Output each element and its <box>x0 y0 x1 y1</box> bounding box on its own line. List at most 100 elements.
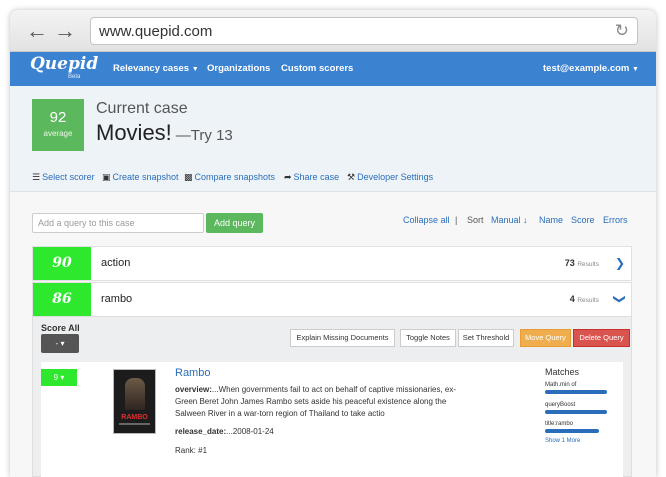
match-bar <box>545 429 599 433</box>
current-case-label: Current case <box>96 100 188 117</box>
address-bar[interactable]: www.quepid.com ↻ <box>90 17 638 45</box>
chevron-right-icon[interactable]: ❯ <box>615 256 625 270</box>
share-icon: ➦ <box>284 172 292 182</box>
query-results: 73 Results <box>565 258 599 268</box>
collapse-all-link[interactable]: Collapse all <box>403 215 450 225</box>
share-case-link[interactable]: ➦ Share case <box>284 172 339 183</box>
doc-release-date: release_date:...2008-01-24 <box>175 426 274 438</box>
share-case-label: Share case <box>293 172 340 182</box>
developer-settings-link[interactable]: ⚒ Developer Settings <box>347 172 433 183</box>
sort-label: Sort <box>467 215 484 225</box>
explain-missing-documents-button[interactable]: Explain Missing Documents <box>290 329 395 347</box>
nav-organizations[interactable]: Organizations <box>207 63 270 74</box>
release-value: ...2008-01-24 <box>226 427 274 436</box>
arrow-right-icon[interactable]: → <box>54 20 76 42</box>
show-more-link[interactable]: Show 1 More <box>545 438 580 444</box>
queries-area: Add a query to this case Add query Colla… <box>10 192 656 477</box>
case-title: Movies! —Try 13 <box>96 120 233 146</box>
compare-snapshots-label: Compare snapshots <box>194 172 276 182</box>
query-name[interactable]: rambo <box>101 293 132 305</box>
arrow-left-icon[interactable]: ← <box>26 20 48 42</box>
sort-divider: | <box>455 215 458 225</box>
matches-title: Matches <box>545 367 580 377</box>
chevron-down-icon: ▼ <box>632 66 639 73</box>
nav-custom-scorers[interactable]: Custom scorers <box>281 63 353 74</box>
match-label: title:rambo <box>545 421 574 427</box>
wrench-icon: ⚒ <box>347 172 356 182</box>
results-count: 4 <box>569 294 575 304</box>
add-query-input[interactable]: Add a query to this case <box>32 213 204 233</box>
nav-relevancy-cases-label: Relevancy cases <box>113 63 190 74</box>
poster-figure <box>125 378 145 410</box>
case-score: 92 <box>49 109 67 126</box>
sort-name[interactable]: Name <box>539 215 563 225</box>
results-label: Results <box>577 261 599 268</box>
user-email: test@example.com <box>543 63 630 74</box>
overview-line-3: Salween River in a war-torn region of Th… <box>175 409 385 418</box>
create-snapshot-label: Create snapshot <box>112 172 179 182</box>
case-name[interactable]: Movies! <box>96 120 172 145</box>
expanded-query-panel: Score All - ▾ Explain Missing Documents … <box>32 316 632 477</box>
overview-line-2: Green Beret John James Rambo sets aside … <box>175 397 447 406</box>
case-try: —Try 13 <box>175 127 233 144</box>
select-scorer-link[interactable]: ☰ Select scorer <box>32 172 95 183</box>
sort-errors[interactable]: Errors <box>603 215 628 225</box>
results-label: Results <box>577 297 599 304</box>
beta-badge: Beta <box>68 74 81 80</box>
doc-rank: Rank: #1 <box>175 446 208 455</box>
chevron-down-icon: ▼ <box>191 66 199 73</box>
set-threshold-button[interactable]: Set Threshold <box>458 329 514 347</box>
sort-manual-label: Manual <box>491 215 521 225</box>
score-all-label: Score All <box>41 323 80 333</box>
query-name[interactable]: action <box>101 257 130 269</box>
bar-chart-icon: ▩ <box>184 172 193 182</box>
movie-poster: RAMBO <box>113 369 156 434</box>
url-text[interactable]: www.quepid.com <box>99 23 212 40</box>
doc-title-link[interactable]: Rambo <box>175 367 210 379</box>
doc-score-value: 9 <box>53 373 59 382</box>
query-results: 4 Results <box>570 294 599 304</box>
select-scorer-label: Select scorer <box>42 172 95 182</box>
add-query-button[interactable]: Add query <box>206 213 263 233</box>
query-row[interactable]: 90 action 73 Results ❯ <box>32 246 632 281</box>
query-score: 90 <box>33 247 91 280</box>
chevron-down-icon[interactable]: ❯ <box>613 294 627 304</box>
quepid-logo[interactable]: Quepid <box>30 54 98 74</box>
match-bar <box>545 410 607 414</box>
overview-line-1: ...When governments fail to act on behal… <box>211 385 457 394</box>
sort-score[interactable]: Score <box>571 215 595 225</box>
match-bar <box>545 390 607 394</box>
browser-window: ← → www.quepid.com ↻ Quepid Beta Relevan… <box>10 10 656 477</box>
query-row[interactable]: 86 rambo 4 Results ❯ <box>32 282 632 317</box>
score-all-dropdown[interactable]: - ▾ <box>41 334 79 353</box>
developer-settings-label: Developer Settings <box>357 172 434 182</box>
case-header: 92 average Current case Movies! —Try 13 ☰… <box>10 86 656 192</box>
user-menu[interactable]: test@example.com ▼ <box>543 63 639 74</box>
doc-overview: overview:...When governments fail to act… <box>175 384 456 420</box>
list-icon: ☰ <box>32 172 41 182</box>
toggle-notes-button[interactable]: Toggle Notes <box>400 329 456 347</box>
match-label: queryBoost <box>545 402 576 408</box>
match-label: Math.min of <box>545 382 577 388</box>
case-score-label: average <box>43 129 73 138</box>
compare-snapshots-link[interactable]: ▩ Compare snapshots <box>184 172 275 183</box>
nav-relevancy-cases[interactable]: Relevancy cases ▼ <box>113 63 199 74</box>
delete-query-button[interactable]: Delete Query <box>573 329 630 347</box>
create-snapshot-link[interactable]: ▣ Create snapshot <box>102 172 179 183</box>
app-navbar: Quepid Beta Relevancy cases ▼ Organizati… <box>10 52 656 86</box>
caret-down-icon: ▾ <box>60 373 65 382</box>
case-score-box: 92 average <box>32 99 84 151</box>
sort-manual[interactable]: Manual ↓ <box>491 215 528 225</box>
reload-icon[interactable]: ↻ <box>615 21 629 41</box>
camera-icon: ▣ <box>102 172 111 182</box>
document-result: 9 ▾ RAMBO Rambo overview:...When governm… <box>41 362 623 477</box>
poster-title: RAMBO <box>121 414 148 421</box>
doc-score-dropdown[interactable]: 9 ▾ <box>41 369 77 386</box>
arrow-down-icon: ↓ <box>523 215 528 225</box>
browser-toolbar: ← → www.quepid.com ↻ <box>10 10 656 52</box>
score-all-value: - <box>55 339 59 348</box>
caret-down-icon: ▾ <box>60 339 65 348</box>
poster-subtitle-bar <box>119 423 150 425</box>
move-query-button[interactable]: Move Query <box>520 329 571 347</box>
query-score: 86 <box>33 283 91 316</box>
